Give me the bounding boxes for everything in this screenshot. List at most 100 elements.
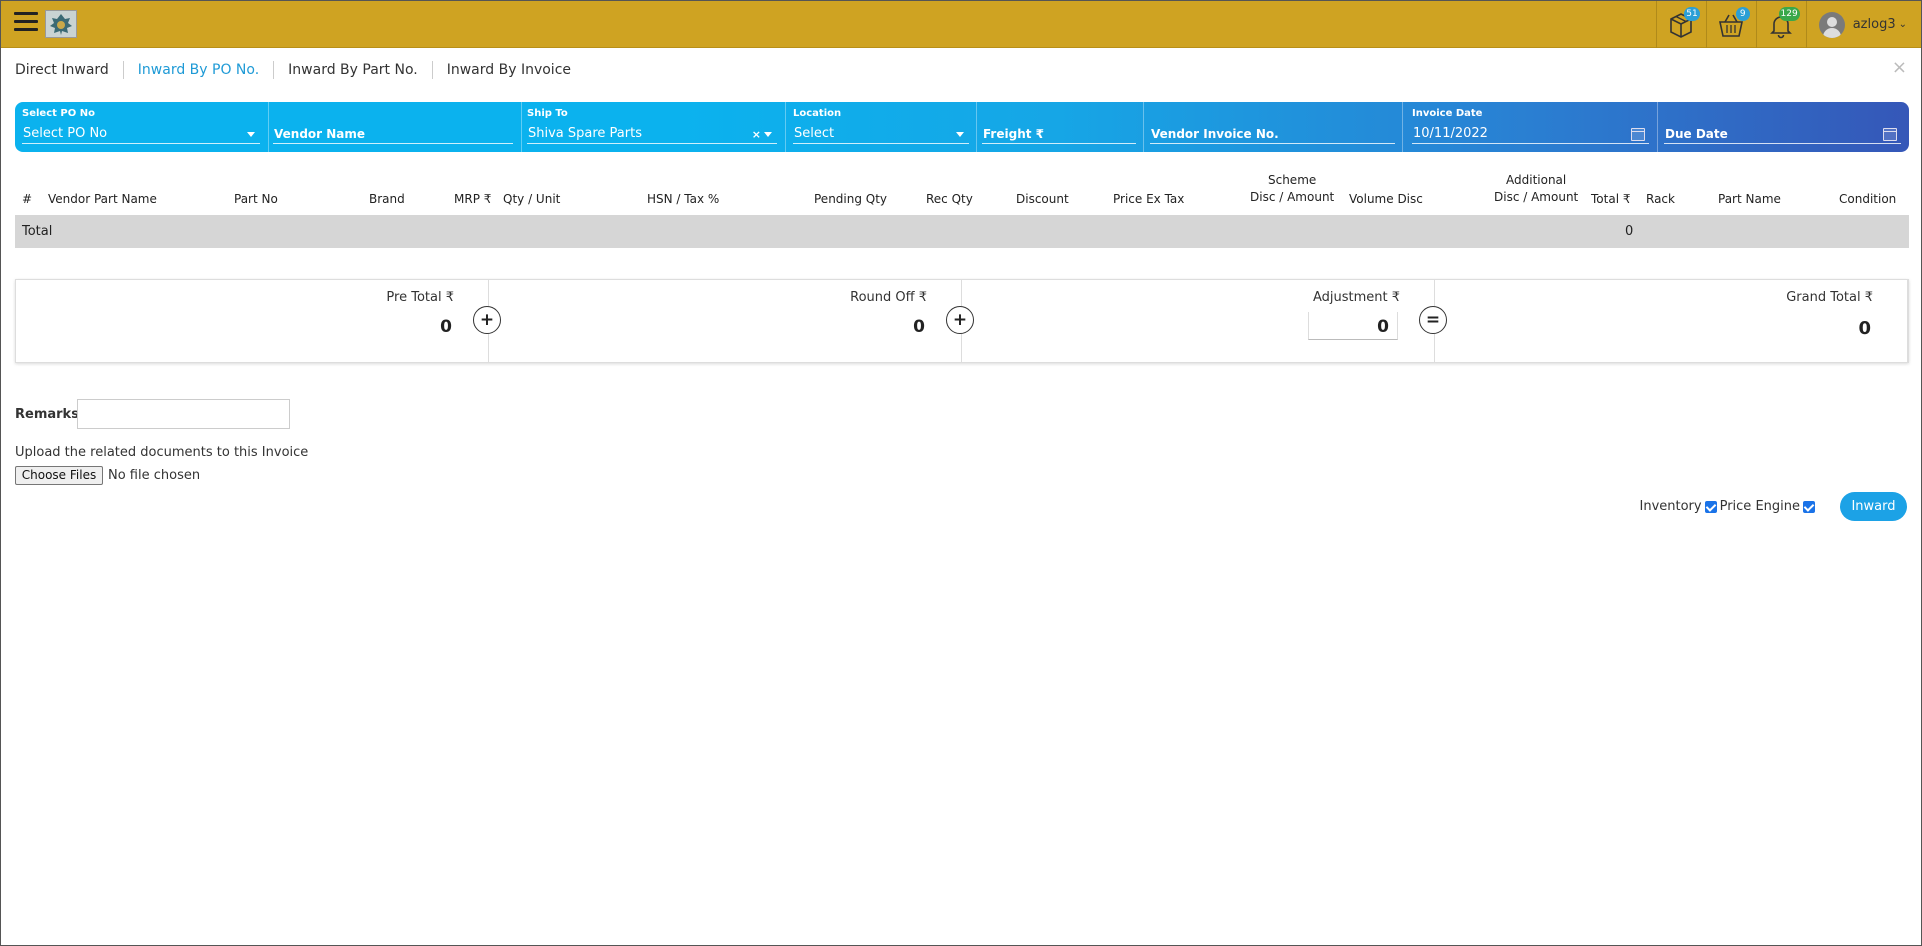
chevron-down-icon [247,132,255,137]
basket-icon[interactable]: 9 [1705,1,1756,48]
pre-total-label: Pre Total ₹ [386,290,454,305]
po-select-label: Select PO No [22,108,95,119]
package-badge: 51 [1684,7,1700,21]
adjustment-value: 0 [1377,317,1389,337]
location-label: Location [793,108,842,119]
col-condition: Condition [1839,192,1897,206]
vendor-invoice-placeholder: Vendor Invoice No. [1150,124,1395,144]
location-value: Select [793,124,969,144]
round-off-value: 0 [913,317,925,337]
col-brand: Brand [369,192,405,206]
chevron-down-icon: ⌄ [1898,19,1907,30]
table-total-row: Total 0 [15,215,1909,248]
col-part-name: Part Name [1718,192,1781,206]
ship-to-select[interactable]: Ship To Shiva Spare Parts × [527,108,777,144]
round-off-label: Round Off ₹ [850,290,927,305]
divider [1143,102,1144,152]
top-right-actions: 51 9 129 azlog3 ⌄ [1655,1,1921,48]
pre-total-cell: Pre Total ₹ 0 [16,280,489,362]
package-icon[interactable]: 51 [1655,1,1706,48]
basket-badge: 9 [1735,7,1750,21]
vendor-name-field[interactable]: Vendor Name [273,108,513,144]
col-qty-unit: Qty / Unit [503,192,561,206]
po-select[interactable]: Select PO No Select PO No [22,108,260,144]
clear-icon[interactable]: × [752,128,761,141]
col-total: Total ₹ [1591,192,1631,206]
divider [1657,102,1658,152]
total-row-label: Total [22,224,53,239]
inward-options: Inventory Price Engine Inward [1639,492,1907,521]
tab-inward-by-invoice[interactable]: Inward By Invoice [431,61,585,79]
grand-total-cell: Grand Total ₹ 0 [1435,280,1908,362]
round-off-cell: Round Off ₹ 0 [489,280,962,362]
chevron-down-icon [956,132,964,137]
inward-button[interactable]: Inward [1840,492,1907,521]
plus-icon: + [473,306,501,334]
bell-icon[interactable]: 129 [1755,1,1806,48]
tab-inward-by-po[interactable]: Inward By PO No. [122,61,273,79]
close-icon[interactable]: × [1892,57,1907,78]
invoice-date-value: 10/11/2022 [1412,124,1649,144]
remarks-input[interactable] [77,399,290,429]
col-scheme-line2: Disc / Amount [1250,190,1335,204]
choose-files-button[interactable]: Choose Files [15,466,103,485]
summary-box: Pre Total ₹ 0 Round Off ₹ 0 Adjustment ₹… [15,279,1909,363]
upload-label: Upload the related documents to this Inv… [15,445,309,460]
col-rack: Rack [1646,192,1675,206]
vendor-invoice-field[interactable]: Vendor Invoice No. [1150,108,1395,144]
col-discount: Discount [1016,192,1069,206]
top-bar: 51 9 129 azlog3 ⌄ [1,1,1921,48]
invoice-date-field[interactable]: Invoice Date 10/11/2022 [1412,108,1649,144]
adjustment-cell: Adjustment ₹ 0 [962,280,1435,362]
tab-inward-by-part[interactable]: Inward By Part No. [273,61,432,79]
filter-bar: Select PO No Select PO No Vendor Name Sh… [15,102,1909,152]
col-additional-line1: Additional [1506,173,1567,187]
inventory-checkbox[interactable] [1704,500,1717,513]
divider [521,102,522,152]
calendar-icon[interactable] [1883,128,1897,141]
col-vendor-part-name: Vendor Part Name [48,192,157,206]
col-scheme-line1: Scheme [1267,173,1317,187]
grand-total-label: Grand Total ₹ [1786,290,1873,305]
app-frame: 51 9 129 azlog3 ⌄ Direct Inward Inward B… [0,0,1922,946]
invoice-date-label: Invoice Date [1412,108,1483,119]
location-select[interactable]: Location Select [793,108,969,144]
col-rec-qty: Rec Qty [926,192,973,206]
po-select-value: Select PO No [22,124,260,144]
vendor-name-placeholder: Vendor Name [273,124,513,144]
user-menu[interactable]: azlog3 ⌄ [1805,1,1921,48]
table-header: # Vendor Part Name Part No Brand MRP ₹ Q… [15,169,1909,215]
col-additional-line2: Disc / Amount [1494,190,1579,204]
total-row-value: 0 [1625,224,1634,239]
bell-badge: 129 [1778,7,1800,21]
adjustment-input[interactable]: 0 [1308,312,1398,340]
ship-to-value: Shiva Spare Parts [527,124,777,144]
file-status: No file chosen [108,468,201,483]
freight-placeholder: Freight ₹ [982,124,1136,144]
plus-icon: + [946,306,974,334]
inventory-label: Inventory [1639,499,1702,514]
divider [268,102,269,152]
col-scheme-disc: Scheme Disc / Amount [1250,172,1334,206]
remarks-label: Remarks [15,407,79,422]
calendar-icon[interactable] [1631,128,1645,141]
col-part-no: Part No [234,192,278,206]
divider [1402,102,1403,152]
adjustment-label: Adjustment ₹ [1312,290,1400,305]
company-logo-icon[interactable] [45,10,77,38]
due-date-field[interactable]: Due Date [1664,108,1901,144]
freight-field[interactable]: Freight ₹ [982,108,1136,144]
tab-direct-inward[interactable]: Direct Inward [15,61,123,79]
equals-icon: = [1419,306,1447,334]
ship-to-label: Ship To [527,108,568,119]
pre-total-value: 0 [440,317,452,337]
grand-total-value: 0 [1858,318,1871,339]
col-pending-qty: Pending Qty [814,192,888,206]
price-engine-checkbox[interactable] [1803,500,1815,513]
chevron-down-icon [764,132,772,137]
col-index: # [22,192,33,206]
hamburger-menu-icon[interactable] [14,12,38,34]
col-volume-disc: Volume Disc [1349,192,1423,206]
inward-tabs: Direct Inward Inward By PO No. Inward By… [15,61,585,79]
due-date-placeholder: Due Date [1664,124,1901,144]
